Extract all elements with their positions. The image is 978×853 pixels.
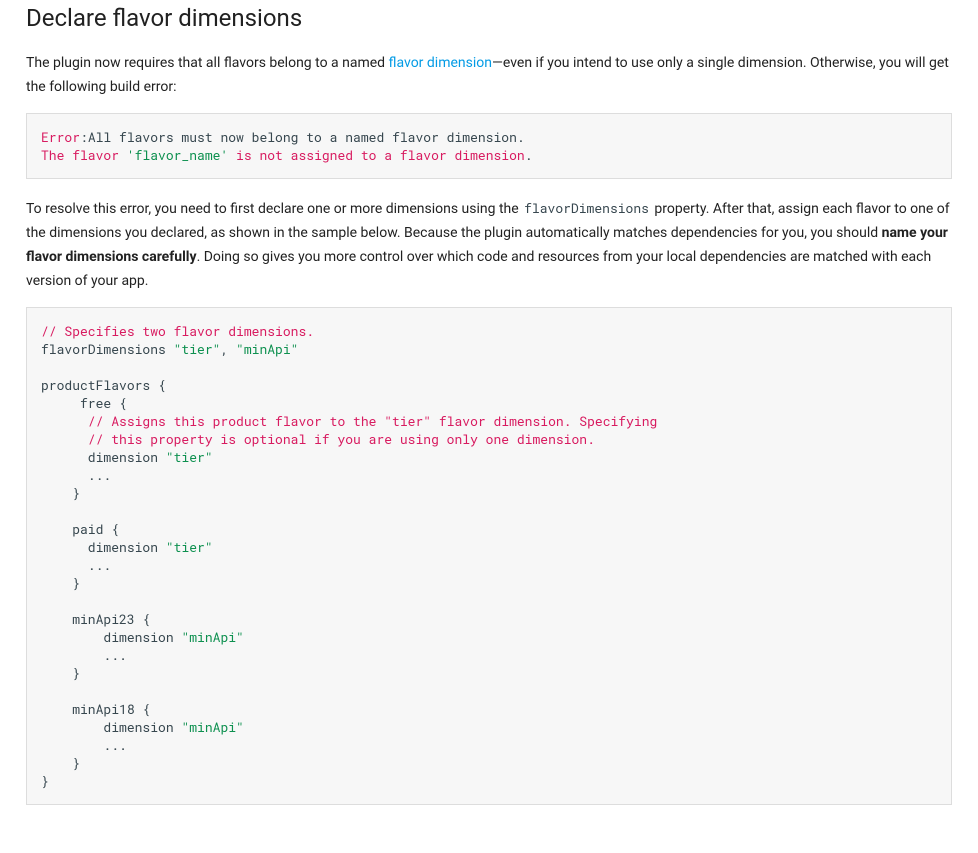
code-brace: } [41,772,49,790]
code-text: productFlavors [41,376,158,394]
error-line2-end: . [525,146,533,164]
code-brace: } [41,754,80,772]
code-ellipsis: ... [41,736,127,754]
code-brace: { [119,394,127,412]
code-string: "minApi" [181,718,243,736]
code-comment: // Specifies two flavor dimensions. [41,322,314,340]
resolution-paragraph: To resolve this error, you need to first… [26,197,952,293]
code-brace: { [142,700,150,718]
resolution-text-1: To resolve this error, you need to first… [26,201,522,217]
error-line2-pre: The flavor [41,146,127,164]
sample-code-block: // Specifies two flavor dimensions. flav… [26,307,952,805]
code-brace: } [41,484,80,502]
code-text: minApi23 [41,610,142,628]
code-brace: } [41,574,80,592]
code-text: dimension [41,718,181,736]
section-heading: Declare flavor dimensions [26,0,952,33]
code-ellipsis: ... [41,556,111,574]
code-text: minApi18 [41,700,142,718]
error-flavorname-string: 'flavor_name' [127,146,228,164]
code-ellipsis: ... [41,466,111,484]
code-brace: { [158,376,166,394]
code-string: "tier" [174,340,221,358]
flavor-dimension-link[interactable]: flavor dimension [389,55,492,71]
code-brace: { [142,610,150,628]
code-string: "tier" [166,448,213,466]
code-brace: { [111,520,119,538]
code-string: "tier" [166,538,213,556]
code-text: dimension [41,628,181,646]
code-ellipsis: ... [41,646,127,664]
code-string: "minApi" [181,628,243,646]
code-text: dimension [41,538,166,556]
error-line2-post: is not assigned to a flavor dimension [228,146,524,164]
code-string: "minApi" [228,340,298,358]
code-brace: } [41,664,80,682]
intro-text-pre: The plugin now requires that all flavors… [26,55,389,71]
error-line1-text: :All flavors must now belong to a named … [80,128,525,146]
code-text: dimension [41,448,166,466]
flavordimensions-code: flavorDimensions [522,199,651,217]
code-comment: // this property is optional if you are … [41,430,595,448]
error-keyword: Error [41,128,80,146]
error-code-block: Error:All flavors must now belong to a n… [26,113,952,179]
code-text: flavorDimensions [41,340,174,358]
code-comment: // Assigns this product flavor to the "t… [41,412,657,430]
code-text: free [41,394,119,412]
code-text: paid [41,520,111,538]
intro-paragraph: The plugin now requires that all flavors… [26,51,952,99]
